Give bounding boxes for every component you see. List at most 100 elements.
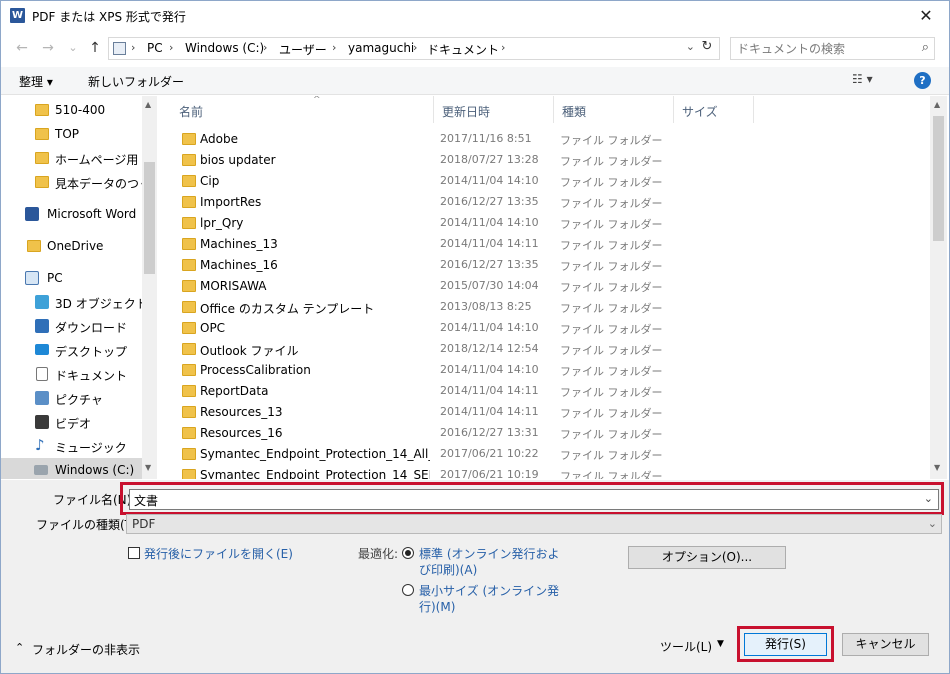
sidebar-item-510-400[interactable]: 510-400 xyxy=(1,98,142,122)
breadcrumb-separator[interactable]: › xyxy=(131,41,135,54)
help-icon[interactable]: ? xyxy=(914,72,931,89)
file-row[interactable]: Machines_13 2014/11/04 14:11 ファイル フォルダー xyxy=(158,234,918,255)
filename-field[interactable]: ⌄ xyxy=(129,489,939,510)
sidebar-item-documents[interactable]: ドキュメント xyxy=(1,362,142,386)
sidebar-item-label: OneDrive xyxy=(47,239,104,253)
file-row[interactable]: bios updater 2018/07/27 13:28 ファイル フォルダー xyxy=(158,150,918,171)
optimize-minimum-label-line2[interactable]: 行)(M) xyxy=(419,598,455,615)
file-row[interactable]: lpr_Qry 2014/11/04 14:10 ファイル フォルダー xyxy=(158,213,918,234)
column-header-date[interactable]: 更新日時 xyxy=(434,96,554,123)
search-input[interactable] xyxy=(737,41,907,57)
sidebar-item-onedrive[interactable]: OneDrive xyxy=(1,234,142,258)
view-options-icon[interactable]: ☷ ▾ xyxy=(852,72,873,86)
file-row[interactable]: Symantec_Endpoint_Protection_14_All_Cl..… xyxy=(158,444,918,465)
file-row[interactable]: Symantec_Endpoint_Protection_14_SEPM... 2… xyxy=(158,465,918,479)
file-row[interactable]: Resources_13 2014/11/04 14:11 ファイル フォルダー xyxy=(158,402,918,423)
file-row[interactable]: Outlook ファイル 2018/12/14 12:54 ファイル フォルダー xyxy=(158,339,918,360)
file-row[interactable]: ReportData 2014/11/04 14:11 ファイル フォルダー xyxy=(158,381,918,402)
sidebar-item-homepage[interactable]: ホームページ用 xyxy=(1,146,142,170)
open-after-publish-label[interactable]: 発行後にファイルを開く(E) xyxy=(144,545,293,562)
breadcrumb-separator[interactable]: › xyxy=(169,41,173,54)
breadcrumb-windows-c[interactable]: Windows (C:) xyxy=(185,41,264,55)
breadcrumb-pc[interactable]: PC xyxy=(147,41,163,55)
recent-locations-icon[interactable]: ⌄ xyxy=(64,38,82,58)
sidebar-item-downloads[interactable]: ダウンロード xyxy=(1,314,142,338)
hide-folders-button[interactable]: フォルダーの非表示 xyxy=(32,641,140,658)
filename-input[interactable] xyxy=(134,492,914,508)
tools-menu[interactable]: ツール(L) xyxy=(660,638,712,655)
sidebar-item-label: TOP xyxy=(55,127,80,141)
file-type: ファイル フォルダー xyxy=(560,239,663,252)
file-row[interactable]: Cip 2014/11/04 14:10 ファイル フォルダー xyxy=(158,171,918,192)
word-icon xyxy=(25,207,39,221)
sidebar-item-desktop[interactable]: デスクトップ xyxy=(1,338,142,362)
file-row[interactable]: Machines_16 2016/12/27 13:35 ファイル フォルダー xyxy=(158,255,918,276)
sidebar-scrollbar[interactable]: ▲ ▼ xyxy=(142,96,157,479)
sidebar-item-pc[interactable]: PC xyxy=(1,266,142,290)
cancel-button[interactable]: キャンセル xyxy=(842,633,929,656)
open-after-publish-checkbox[interactable] xyxy=(128,547,140,559)
publish-button[interactable]: 発行(S) xyxy=(744,633,827,656)
music-icon: ♪ xyxy=(35,436,45,454)
breadcrumb-separator[interactable]: › xyxy=(501,41,505,54)
forward-arrow-icon[interactable]: → xyxy=(39,38,57,58)
filetype-select[interactable]: PDF ⌄ xyxy=(126,514,942,534)
chevron-down-icon[interactable]: ▼ xyxy=(717,639,724,649)
file-list-scrollbar[interactable]: ▲ ▼ xyxy=(930,96,947,479)
address-bar[interactable]: › PC › Windows (C:) › ユーザー › yamaguchi ›… xyxy=(108,37,720,60)
breadcrumb-separator[interactable]: › xyxy=(263,41,267,54)
new-folder-button[interactable]: 新しいフォルダー xyxy=(88,73,184,90)
column-header-name[interactable]: 名前 ^ xyxy=(171,96,434,123)
up-arrow-icon[interactable]: ↑ xyxy=(86,38,104,58)
sidebar-item-3d-objects[interactable]: 3D オブジェクト xyxy=(1,290,142,314)
scrollbar-thumb[interactable] xyxy=(144,162,155,274)
back-arrow-icon[interactable]: ← xyxy=(13,38,31,58)
file-row[interactable]: Resources_16 2016/12/27 13:31 ファイル フォルダー xyxy=(158,423,918,444)
sidebar-item-pictures[interactable]: ピクチャ xyxy=(1,386,142,410)
chevron-up-icon[interactable]: ⌃ xyxy=(15,641,24,654)
breadcrumb-separator[interactable]: › xyxy=(413,41,417,54)
sidebar-item-music[interactable]: ♪ ミュージック xyxy=(1,434,142,458)
optimize-minimum-label-line1[interactable]: 最小サイズ (オンライン発 xyxy=(419,582,559,599)
file-row[interactable]: Adobe 2017/11/16 8:51 ファイル フォルダー xyxy=(158,129,918,150)
file-name: Adobe xyxy=(200,132,238,146)
sidebar-item-microsoft-word[interactable]: Microsoft Word xyxy=(1,202,142,226)
file-name: Machines_13 xyxy=(200,237,278,251)
options-button[interactable]: オプション(O)... xyxy=(628,546,786,569)
sidebar-item-top[interactable]: TOP xyxy=(1,122,142,146)
optimize-standard-radio[interactable] xyxy=(402,547,414,559)
organize-menu[interactable]: 整理 ▾ xyxy=(19,73,53,90)
scroll-down-icon[interactable]: ▼ xyxy=(145,463,151,472)
scroll-up-icon[interactable]: ▲ xyxy=(934,100,940,109)
sidebar-item-windows-c[interactable]: Windows (C:) xyxy=(1,458,142,479)
breadcrumb-documents[interactable]: ドキュメント xyxy=(427,41,499,58)
scroll-down-icon[interactable]: ▼ xyxy=(934,463,940,472)
folder-icon xyxy=(182,133,196,145)
file-row[interactable]: OPC 2014/11/04 14:10 ファイル フォルダー xyxy=(158,318,918,339)
optimize-minimum-radio[interactable] xyxy=(402,584,414,596)
search-box[interactable]: ⌕ xyxy=(730,37,935,60)
breadcrumb-users[interactable]: ユーザー xyxy=(279,41,327,58)
optimize-standard-label-line1[interactable]: 標準 (オンライン発行およ xyxy=(419,545,560,562)
breadcrumb-yamaguchi[interactable]: yamaguchi xyxy=(348,41,414,55)
breadcrumb-separator[interactable]: › xyxy=(332,41,336,54)
search-icon[interactable]: ⌕ xyxy=(922,40,929,55)
chevron-down-icon[interactable]: ⌄ xyxy=(928,517,937,530)
chevron-down-icon[interactable]: ⌄ xyxy=(686,40,695,53)
close-icon[interactable]: ✕ xyxy=(913,5,939,27)
file-row[interactable]: ImportRes 2016/12/27 13:35 ファイル フォルダー xyxy=(158,192,918,213)
scrollbar-thumb[interactable] xyxy=(933,116,944,241)
column-header-type[interactable]: 種類 xyxy=(554,96,674,123)
file-row[interactable]: ProcessCalibration 2014/11/04 14:10 ファイル フ… xyxy=(158,360,918,381)
file-row[interactable]: MORISAWA 2015/07/30 14:04 ファイル フォルダー xyxy=(158,276,918,297)
sidebar-item-sample-data[interactable]: 見本データのつくり xyxy=(1,170,142,194)
sidebar-item-videos[interactable]: ビデオ xyxy=(1,410,142,434)
column-header-size[interactable]: サイズ xyxy=(674,96,754,123)
file-type: ファイル フォルダー xyxy=(560,407,663,420)
optimize-standard-label-line2[interactable]: び印刷)(A) xyxy=(419,561,477,578)
file-row[interactable]: Office のカスタム テンプレート 2013/08/13 8:25 ファイル フ… xyxy=(158,297,918,318)
scroll-up-icon[interactable]: ▲ xyxy=(145,100,151,109)
chevron-down-icon[interactable]: ⌄ xyxy=(924,492,933,505)
file-type: ファイル フォルダー xyxy=(560,197,663,210)
refresh-icon[interactable]: ↻ xyxy=(699,39,715,54)
